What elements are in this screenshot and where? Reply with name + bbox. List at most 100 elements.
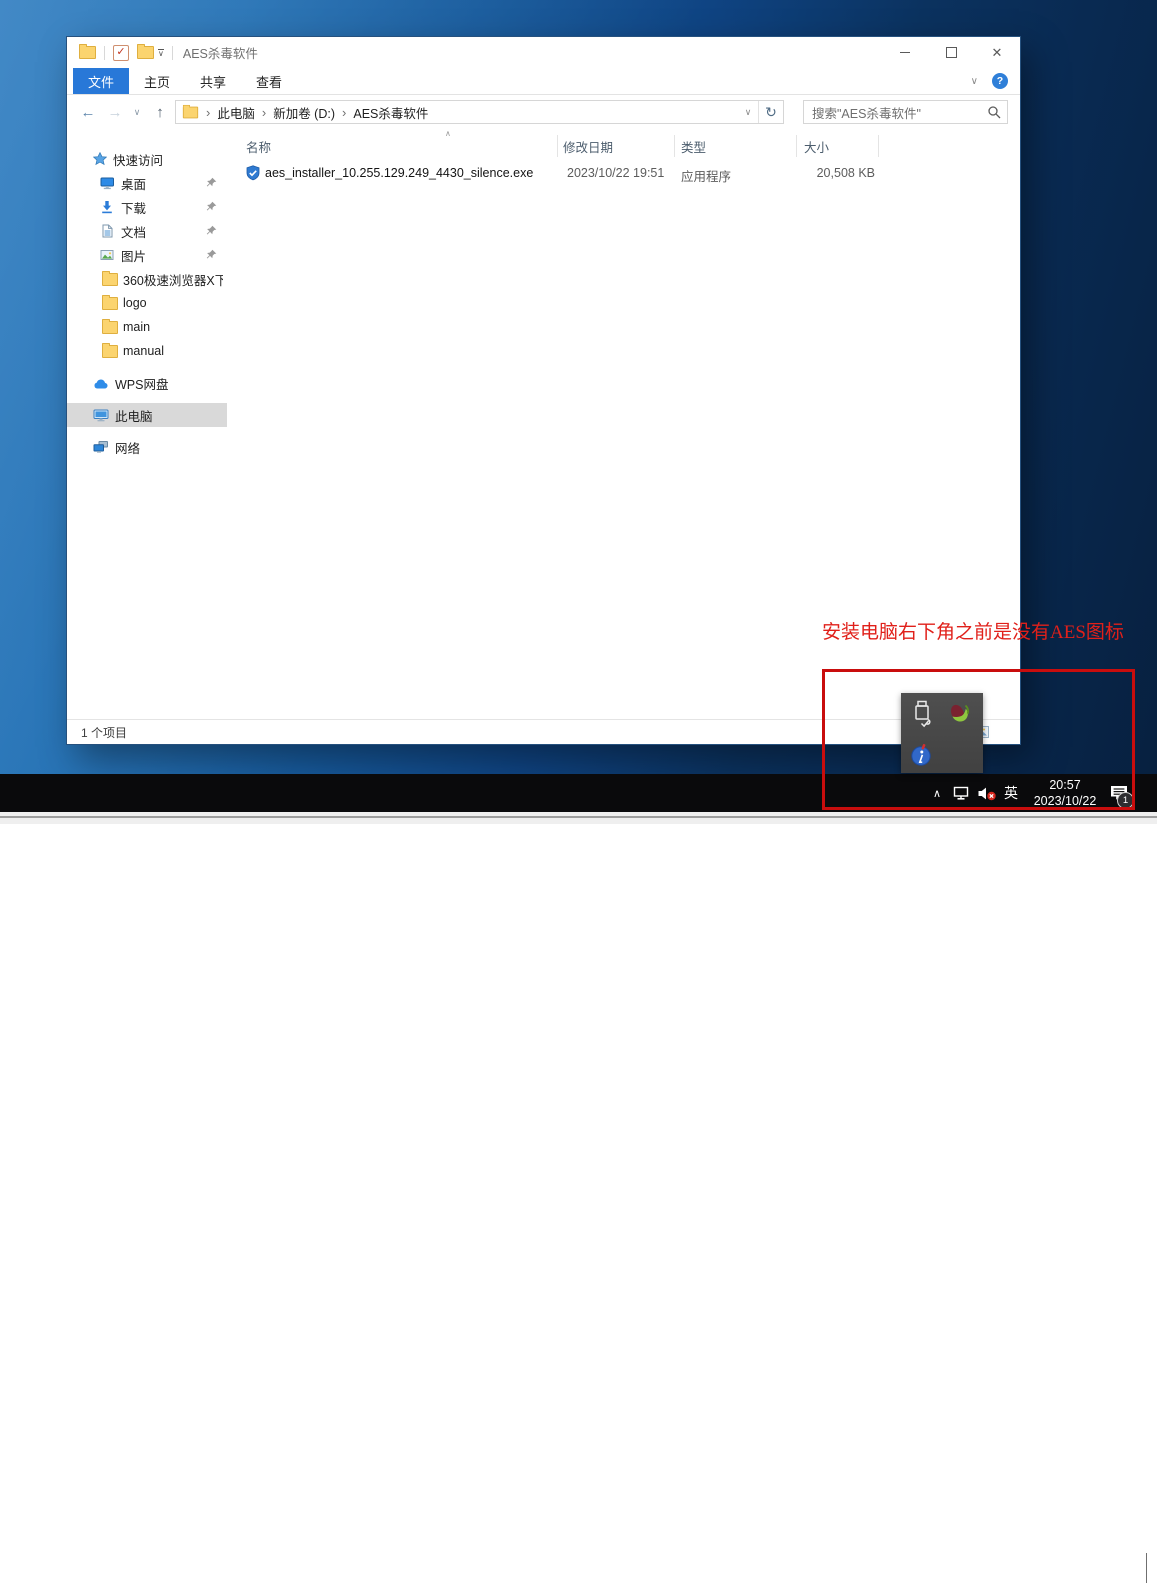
cloud-icon bbox=[93, 376, 109, 391]
refresh-icon[interactable]: ↻ bbox=[758, 101, 783, 123]
sidebar-item-network[interactable]: 网络 bbox=[67, 435, 227, 459]
folder-icon bbox=[102, 270, 118, 287]
sidebar-item-label: 图片 bbox=[121, 249, 147, 264]
sidebar-item-label: WPS网盘 bbox=[115, 377, 169, 392]
ribbon-collapse-icon[interactable]: ∨ bbox=[971, 76, 978, 87]
search-box[interactable]: 搜索"AES杀毒软件" bbox=[803, 100, 1008, 124]
sidebar-item-label: 文档 bbox=[121, 225, 147, 240]
document-icon bbox=[100, 224, 116, 239]
divider bbox=[0, 816, 1157, 818]
navigation-bar: ← → ∨ ↑ › 此电脑 › 新加卷 (D:) › AES杀毒软件 ∨ ↻ 搜… bbox=[67, 95, 1020, 129]
sidebar-item-manual[interactable]: manual bbox=[67, 339, 227, 363]
pin-icon bbox=[206, 249, 217, 263]
computer-icon bbox=[93, 408, 109, 423]
items-count: 1 个项目 bbox=[81, 725, 128, 740]
column-header-size[interactable]: 大小 bbox=[804, 137, 829, 157]
ribbon-tabs: 文件 主页 共享 查看 ∨ ? bbox=[67, 68, 1020, 95]
column-divider[interactable] bbox=[796, 135, 797, 157]
pin-icon bbox=[206, 225, 217, 239]
maximize-icon bbox=[945, 47, 957, 58]
recent-locations-dropdown-icon[interactable]: ∨ bbox=[129, 95, 145, 129]
divider bbox=[104, 45, 105, 60]
pin-icon bbox=[206, 201, 217, 215]
network-icon bbox=[93, 440, 109, 455]
back-button[interactable]: ← bbox=[77, 95, 99, 129]
title-bar[interactable]: ✓ ∨ AES杀毒软件 ✕ bbox=[67, 37, 1020, 68]
breadcrumb-current-folder[interactable]: AES杀毒软件 bbox=[353, 103, 428, 122]
maximize-button[interactable] bbox=[928, 37, 974, 68]
qat-properties-icon[interactable]: ✓ bbox=[113, 44, 129, 61]
column-divider[interactable] bbox=[557, 135, 558, 157]
file-row[interactable]: aes_installer_10.255.129.249_4430_silenc… bbox=[239, 163, 1000, 186]
file-type: 应用程序 bbox=[681, 170, 732, 184]
up-button[interactable]: ↑ bbox=[149, 95, 171, 129]
qat-new-folder-icon[interactable] bbox=[137, 44, 154, 59]
desktop-icon bbox=[100, 176, 116, 191]
sidebar-item-label: logo bbox=[123, 296, 147, 310]
address-dropdown-icon[interactable]: ∨ bbox=[738, 107, 758, 118]
qat-customize-dropdown-icon[interactable]: ∨ bbox=[158, 48, 164, 57]
window-title: AES杀毒软件 bbox=[182, 47, 258, 61]
help-icon[interactable]: ? bbox=[992, 73, 1008, 89]
pin-icon bbox=[206, 177, 217, 191]
sidebar-item-downloads[interactable]: 下载 bbox=[67, 195, 227, 219]
folder-icon bbox=[102, 294, 118, 311]
sidebar-item-main[interactable]: main bbox=[67, 315, 227, 339]
sidebar-item-label: manual bbox=[123, 344, 164, 358]
sidebar-item-label: 此电脑 bbox=[115, 409, 153, 424]
column-header-modified[interactable]: 修改日期 bbox=[563, 137, 613, 157]
tab-share[interactable]: 共享 bbox=[185, 68, 241, 94]
sidebar-item-label: 快速访问 bbox=[113, 153, 164, 168]
sidebar-item-wps-cloud[interactable]: WPS网盘 bbox=[67, 371, 227, 395]
folder-icon bbox=[102, 342, 118, 359]
sidebar-item-documents[interactable]: 文档 bbox=[67, 219, 227, 243]
sort-ascending-icon: ∧ bbox=[445, 129, 451, 138]
minimize-icon bbox=[900, 52, 910, 53]
installer-shield-icon bbox=[245, 165, 261, 184]
show-desktop-divider[interactable] bbox=[1146, 1553, 1147, 1583]
sidebar-item-360-downloads[interactable]: 360极速浏览器X下载 bbox=[67, 267, 227, 291]
column-header-type[interactable]: 类型 bbox=[681, 137, 706, 157]
sidebar-item-label: 桌面 bbox=[121, 177, 147, 192]
annotation-text: 安装电脑右下角之前是没有AES图标 bbox=[822, 622, 1124, 643]
sidebar-item-logo[interactable]: logo bbox=[67, 291, 227, 315]
quick-access-star-icon bbox=[93, 152, 109, 167]
divider bbox=[171, 45, 173, 60]
search-input[interactable]: 搜索"AES杀毒软件" bbox=[804, 103, 981, 122]
sidebar-item-quick-access[interactable]: 快速访问 bbox=[67, 147, 227, 171]
location-folder-icon bbox=[182, 104, 199, 118]
sidebar-item-label: 下载 bbox=[121, 201, 147, 216]
close-button[interactable]: ✕ bbox=[974, 37, 1020, 68]
breadcrumb-separator-icon: › bbox=[261, 104, 267, 120]
sidebar-item-this-pc[interactable]: 此电脑 bbox=[67, 403, 227, 427]
column-header-name[interactable]: 名称 bbox=[246, 137, 271, 157]
tab-view[interactable]: 查看 bbox=[241, 68, 297, 94]
bottom-edge-strip bbox=[0, 812, 1157, 824]
breadcrumb-separator-icon: › bbox=[206, 104, 211, 120]
sidebar-item-label: main bbox=[123, 320, 151, 334]
search-icon[interactable] bbox=[981, 105, 1007, 119]
sidebar-item-label: 网络 bbox=[115, 441, 141, 456]
breadcrumb: › 此电脑 › 新加卷 (D:) › AES杀毒软件 bbox=[176, 103, 738, 122]
column-divider[interactable] bbox=[674, 135, 675, 157]
file-name: aes_installer_10.255.129.249_4430_silenc… bbox=[265, 166, 534, 180]
breadcrumb-separator-icon: › bbox=[342, 104, 347, 120]
pictures-icon bbox=[100, 248, 116, 263]
file-modified: 2023/10/22 19:51 bbox=[567, 166, 665, 180]
file-size: 20,508 KB bbox=[816, 166, 875, 180]
folder-icon bbox=[102, 318, 118, 335]
breadcrumb-drive-d[interactable]: 新加卷 (D:) bbox=[273, 103, 335, 122]
address-bar[interactable]: › 此电脑 › 新加卷 (D:) › AES杀毒软件 ∨ ↻ bbox=[175, 100, 784, 124]
breadcrumb-this-pc[interactable]: 此电脑 bbox=[217, 103, 255, 122]
annotation-red-box bbox=[822, 669, 1135, 810]
tab-home[interactable]: 主页 bbox=[129, 68, 185, 94]
column-divider[interactable] bbox=[878, 135, 879, 157]
minimize-button[interactable] bbox=[882, 37, 928, 68]
download-icon bbox=[100, 200, 116, 215]
sidebar-item-desktop[interactable]: 桌面 bbox=[67, 171, 227, 195]
sidebar-item-pictures[interactable]: 图片 bbox=[67, 243, 227, 267]
forward-button[interactable]: → bbox=[104, 95, 126, 129]
tab-file[interactable]: 文件 bbox=[73, 68, 130, 94]
window-folder-icon bbox=[79, 44, 96, 59]
navigation-pane: 快速访问 桌面 下载 文档 图片 360极速浏览器X下 logo main ma… bbox=[67, 129, 227, 720]
